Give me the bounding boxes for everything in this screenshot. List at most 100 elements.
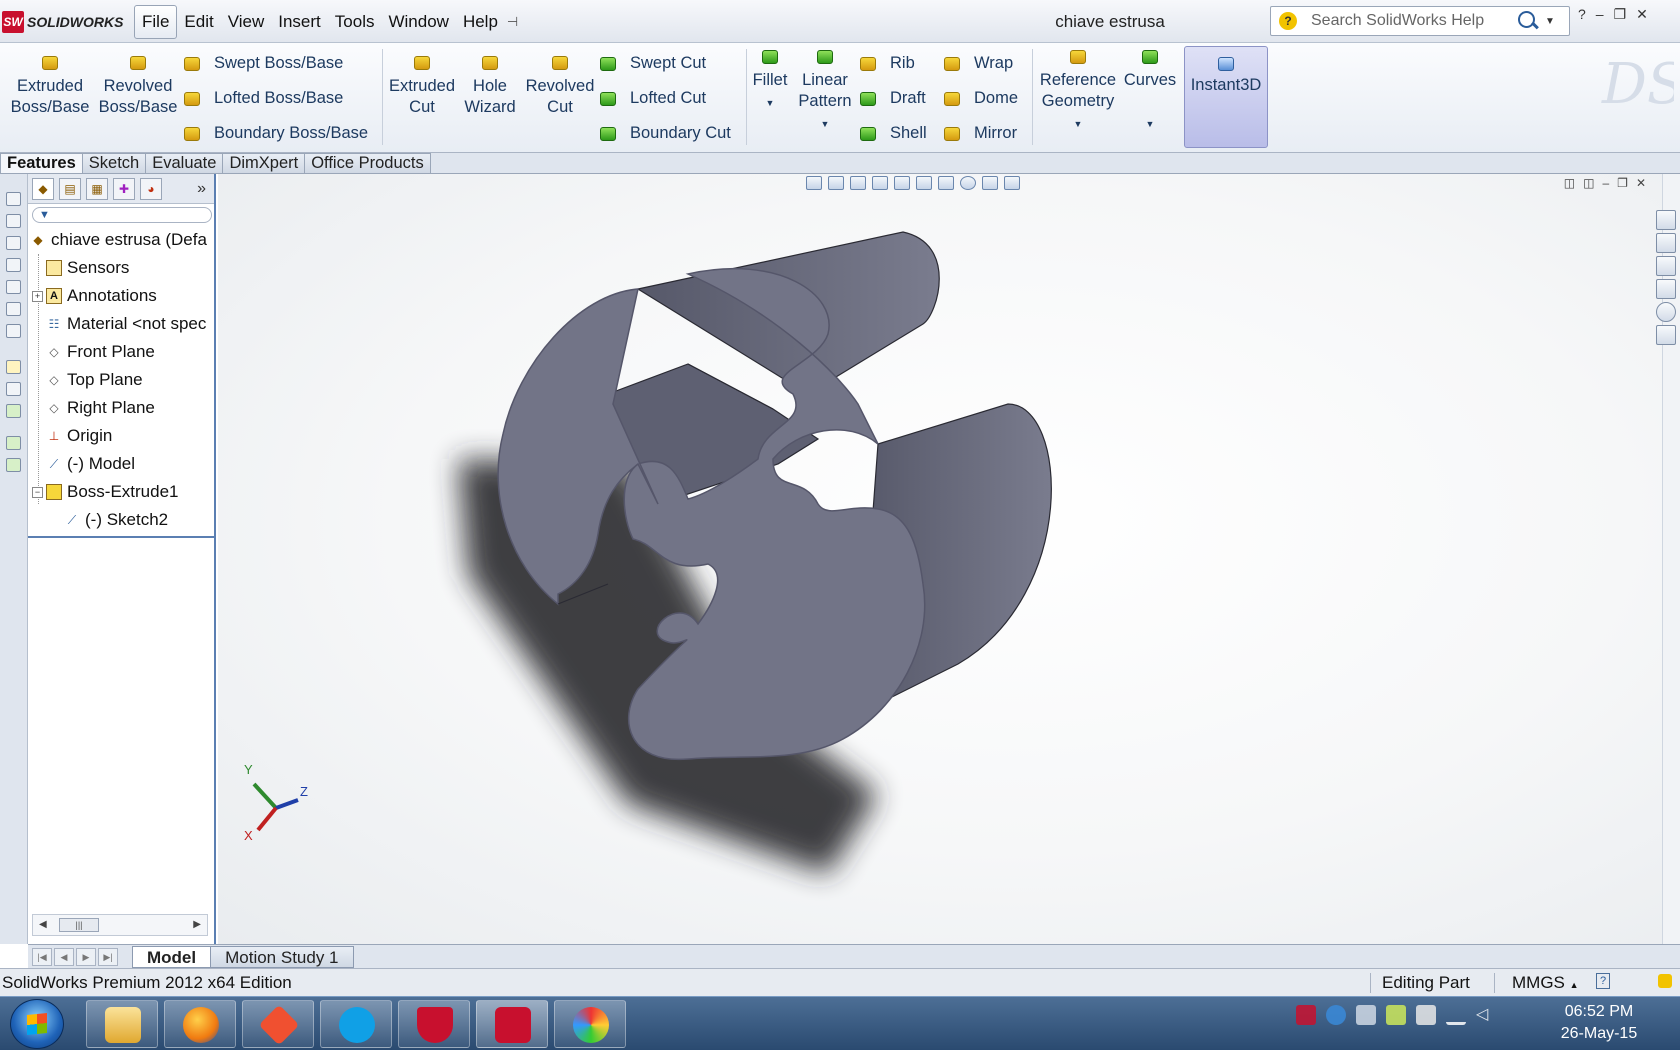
view-toolbar-icon[interactable] xyxy=(6,324,21,338)
view-palette-icon[interactable] xyxy=(1656,279,1676,299)
property-manager-icon[interactable]: ▤ xyxy=(59,177,81,200)
tab-office-products[interactable]: Office Products xyxy=(304,153,431,173)
swept-cut-button[interactable]: Swept Cut xyxy=(600,53,706,74)
graphics-viewport[interactable]: ◫ ◫ – ❐ ✕ Y Z X xyxy=(218,174,1662,944)
quick-tips-icon[interactable]: ? xyxy=(1596,973,1610,989)
tab-dimxpert[interactable]: DimXpert xyxy=(222,153,306,173)
horizontal-scrollbar[interactable]: ◀ ||| ▶ xyxy=(32,914,208,936)
start-button[interactable] xyxy=(10,999,64,1049)
instant3d-button[interactable]: Instant3D xyxy=(1184,46,1268,148)
file-explorer-icon[interactable] xyxy=(1656,256,1676,276)
tree-item-annotations[interactable]: + A Annotations xyxy=(28,282,214,310)
swept-boss-button[interactable]: Swept Boss/Base xyxy=(184,53,343,74)
features-icon[interactable] xyxy=(6,458,21,472)
taskbar-mcafee[interactable] xyxy=(398,1000,470,1048)
tree-item-origin[interactable]: ⊥ Origin xyxy=(28,422,214,450)
menu-edit[interactable]: Edit xyxy=(177,6,220,38)
more-tabs-icon[interactable]: » xyxy=(197,180,206,198)
tray-volume-icon[interactable]: ◁ xyxy=(1476,1005,1496,1025)
boundary-boss-button[interactable]: Boundary Boss/Base xyxy=(184,123,368,144)
tab-features[interactable]: Features xyxy=(0,153,83,173)
last-tab-icon[interactable]: ▶| xyxy=(98,947,118,966)
draft-button[interactable]: Draft xyxy=(860,88,926,109)
menu-window[interactable]: Window xyxy=(381,6,455,38)
view-toolbar-icon[interactable] xyxy=(6,192,21,206)
extruded-cut-button[interactable]: Extruded Cut xyxy=(384,55,460,118)
menu-tools[interactable]: Tools xyxy=(328,6,382,38)
smart-dimension-icon[interactable] xyxy=(6,382,21,396)
tray-signal-icon[interactable] xyxy=(1446,1005,1466,1025)
help-button[interactable]: ? xyxy=(1578,6,1586,23)
tab-motion-study-1[interactable]: Motion Study 1 xyxy=(210,945,354,968)
display-manager-icon[interactable]: ◕ xyxy=(140,177,162,200)
view-toolbar-icon[interactable] xyxy=(6,302,21,316)
fillet-button[interactable]: Fillet ▼ xyxy=(748,49,792,114)
dimxpert-manager-icon[interactable]: ✚ xyxy=(113,177,135,200)
appearances-icon[interactable] xyxy=(1656,302,1676,322)
tree-item-front-plane[interactable]: ◇ Front Plane xyxy=(28,338,214,366)
custom-properties-icon[interactable] xyxy=(1656,325,1676,345)
tab-sketch[interactable]: Sketch xyxy=(81,153,147,173)
lofted-boss-button[interactable]: Lofted Boss/Base xyxy=(184,88,343,109)
close-button[interactable]: ✕ xyxy=(1636,6,1648,23)
pin-icon[interactable]: ⊣ xyxy=(507,14,518,30)
linear-pattern-button[interactable]: Linear Pattern ▼ xyxy=(792,49,858,135)
units-selector[interactable]: MMGS ▲ xyxy=(1512,973,1579,993)
reference-geometry-dropdown-icon[interactable]: ▼ xyxy=(1074,119,1083,129)
rib-button[interactable]: Rib xyxy=(860,53,915,74)
lofted-cut-button[interactable]: Lofted Cut xyxy=(600,88,706,109)
tree-item-boss-extrude1[interactable]: − Boss-Extrude1 xyxy=(28,478,214,506)
rebuild-icon[interactable] xyxy=(1658,974,1672,988)
curves-button[interactable]: Curves ▼ xyxy=(1120,49,1180,135)
hole-wizard-button[interactable]: Hole Wizard xyxy=(458,55,522,118)
features-icon[interactable] xyxy=(6,436,21,450)
next-tab-icon[interactable]: ▶ xyxy=(76,947,96,966)
search-dropdown-icon[interactable]: ▼ xyxy=(1545,16,1555,27)
menu-help[interactable]: Help xyxy=(456,6,505,38)
taskbar-paint[interactable] xyxy=(554,1000,626,1048)
view-toolbar-icon[interactable] xyxy=(6,280,21,294)
scroll-thumb[interactable]: ||| xyxy=(59,918,99,932)
curves-dropdown-icon[interactable]: ▼ xyxy=(1146,119,1155,129)
taskbar-git[interactable] xyxy=(242,1000,314,1048)
dome-button[interactable]: Dome xyxy=(944,88,1018,109)
taskbar-solidworks[interactable] xyxy=(476,1000,548,1048)
expand-icon[interactable]: + xyxy=(32,290,43,302)
solidworks-resources-icon[interactable] xyxy=(1656,210,1676,230)
search-input[interactable] xyxy=(1311,12,1511,30)
view-toolbar-icon[interactable] xyxy=(6,214,21,228)
tab-model[interactable]: Model xyxy=(132,945,212,968)
view-toolbar-icon[interactable] xyxy=(6,236,21,250)
configuration-manager-icon[interactable]: ▦ xyxy=(86,177,108,200)
menu-file[interactable]: File xyxy=(134,5,178,39)
scroll-right-icon[interactable]: ▶ xyxy=(193,919,201,930)
tray-network-device-icon[interactable] xyxy=(1356,1005,1376,1025)
tree-item-top-plane[interactable]: ◇ Top Plane xyxy=(28,366,214,394)
wrap-button[interactable]: Wrap xyxy=(944,53,1013,74)
mirror-button[interactable]: Mirror xyxy=(944,123,1017,144)
featuremanager-tree-icon[interactable]: ◆ xyxy=(32,177,54,200)
extruded-boss-button[interactable]: Extruded Boss/Base xyxy=(8,55,92,118)
tree-item-sketch2[interactable]: ⟋ (-) Sketch2 xyxy=(28,506,214,534)
prev-tab-icon[interactable]: ◀ xyxy=(54,947,74,966)
taskbar-explorer[interactable] xyxy=(86,1000,158,1048)
design-library-icon[interactable] xyxy=(1656,233,1676,253)
tree-filter[interactable]: ▼ xyxy=(32,207,212,223)
taskbar-firefox[interactable] xyxy=(164,1000,236,1048)
search-icon[interactable] xyxy=(1515,8,1541,34)
minimize-button[interactable]: – xyxy=(1596,6,1604,23)
sketch-icon[interactable] xyxy=(6,360,21,374)
taskbar-clock[interactable]: 06:52 PM 26-May-15 xyxy=(1534,1001,1664,1045)
tray-ie-icon[interactable] xyxy=(1326,1005,1346,1025)
menu-view[interactable]: View xyxy=(221,6,272,38)
restore-button[interactable]: ❐ xyxy=(1614,6,1627,23)
tree-item-sensors[interactable]: Sensors xyxy=(28,254,214,282)
scroll-left-icon[interactable]: ◀ xyxy=(39,919,47,930)
solidworks-logo[interactable]: SW SOLIDWORKS xyxy=(2,10,123,34)
tray-app-icon[interactable] xyxy=(1386,1005,1406,1025)
revolved-boss-button[interactable]: Revolved Boss/Base xyxy=(96,55,180,118)
linear-pattern-dropdown-icon[interactable]: ▼ xyxy=(821,119,830,129)
shell-button[interactable]: Shell xyxy=(860,123,927,144)
collapse-icon[interactable]: − xyxy=(32,486,43,498)
tree-item-right-plane[interactable]: ◇ Right Plane xyxy=(28,394,214,422)
